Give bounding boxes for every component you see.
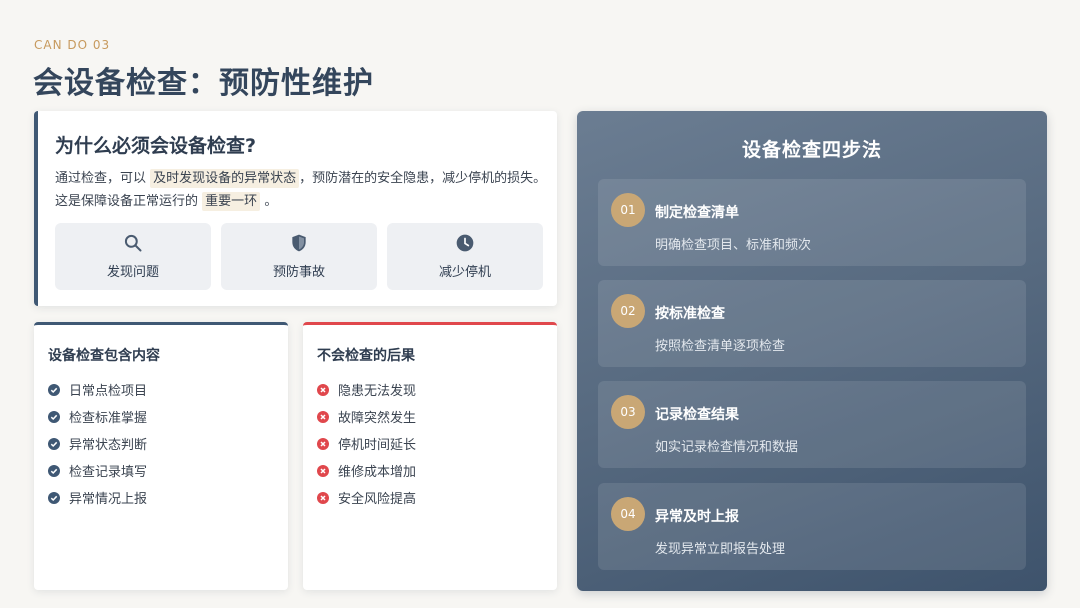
list-item: 异常情况上报 xyxy=(48,484,147,511)
search-icon xyxy=(124,234,142,252)
step-number-badge: 04 xyxy=(611,497,645,531)
list-item-label: 异常状态判断 xyxy=(69,438,148,453)
check-circle-icon xyxy=(48,410,60,423)
contents-card: 设备检查包含内容 日常点检项目 检查标准掌握 异常状态判断 检查记录填写 异常情… xyxy=(34,322,288,590)
consequences-list: 隐患无法发现 故障突然发生 停机时间延长 维修成本增加 安全风险提高 xyxy=(317,376,416,511)
steps-title: 设备检查四步法 xyxy=(741,139,882,161)
list-item-label: 检查记录填写 xyxy=(69,465,148,480)
list-item-label: 维修成本增加 xyxy=(338,465,417,480)
list-item-label: 检查标准掌握 xyxy=(69,411,148,426)
why-title: 为什么必须会设备检查? xyxy=(55,135,257,157)
list-item-label: 停机时间延长 xyxy=(338,438,417,453)
list-item: 隐患无法发现 xyxy=(317,376,416,403)
why-highlight-1: 及时发现设备的异常状态 xyxy=(150,169,300,188)
eyebrow: CAN DO 03 xyxy=(34,38,111,52)
step-card: 03 记录检查结果 如实记录检查情况和数据 xyxy=(598,381,1026,468)
list-item: 异常状态判断 xyxy=(48,430,147,457)
list-item: 停机时间延长 xyxy=(317,430,416,457)
benefit-tiles: 发现问题 预防事故 减少停机 xyxy=(55,223,543,290)
step-title: 记录检查结果 xyxy=(655,407,739,423)
list-item: 检查记录填写 xyxy=(48,457,147,484)
tile-reduce-downtime: 减少停机 xyxy=(387,223,543,290)
contents-list: 日常点检项目 检查标准掌握 异常状态判断 检查记录填写 异常情况上报 xyxy=(48,376,147,511)
list-item-label: 异常情况上报 xyxy=(69,492,148,507)
list-item: 日常点检项目 xyxy=(48,376,147,403)
four-steps-panel: 设备检查四步法 01 制定检查清单 明确检查项目、标准和频次 02 按标准检查 … xyxy=(577,111,1047,591)
step-description: 明确检查项目、标准和频次 xyxy=(655,238,812,253)
list-item: 维修成本增加 xyxy=(317,457,416,484)
why-body-text: 。 xyxy=(264,194,278,209)
step-card: 02 按标准检查 按照检查清单逐项检查 xyxy=(598,280,1026,367)
why-highlight-2: 重要一环 xyxy=(202,192,261,211)
list-item-label: 故障突然发生 xyxy=(338,411,417,426)
x-circle-icon xyxy=(317,491,329,504)
check-circle-icon xyxy=(48,383,60,396)
why-body: 通过检查，可以 及时发现设备的异常状态 ，预防潜在的安全隐患，减少停机的损失。这是… xyxy=(55,167,547,213)
consequences-title: 不会检查的后果 xyxy=(317,348,415,364)
contents-title: 设备检查包含内容 xyxy=(48,348,160,364)
clock-icon xyxy=(456,234,474,252)
tile-label: 预防事故 xyxy=(272,265,325,280)
step-card: 04 异常及时上报 发现异常立即报告处理 xyxy=(598,483,1026,570)
list-item-label: 日常点检项目 xyxy=(69,384,148,399)
step-title: 制定检查清单 xyxy=(655,205,739,221)
check-circle-icon xyxy=(48,491,60,504)
check-circle-icon xyxy=(48,437,60,450)
x-circle-icon xyxy=(317,410,329,423)
check-circle-icon xyxy=(48,464,60,477)
list-item-label: 隐患无法发现 xyxy=(338,384,417,399)
step-number-badge: 01 xyxy=(611,193,645,227)
shield-icon xyxy=(292,234,306,252)
step-number-badge: 02 xyxy=(611,294,645,328)
x-circle-icon xyxy=(317,437,329,450)
step-title: 按标准检查 xyxy=(655,306,725,322)
tile-label: 减少停机 xyxy=(438,265,491,280)
x-circle-icon xyxy=(317,464,329,477)
step-number-badge: 03 xyxy=(611,395,645,429)
why-card: 为什么必须会设备检查? 通过检查，可以 及时发现设备的异常状态 ，预防潜在的安全隐… xyxy=(34,111,557,306)
tile-label: 发现问题 xyxy=(106,265,159,280)
tile-prevent-accidents: 预防事故 xyxy=(221,223,377,290)
step-description: 如实记录检查情况和数据 xyxy=(655,440,799,455)
step-card: 01 制定检查清单 明确检查项目、标准和频次 xyxy=(598,179,1026,266)
list-item-label: 安全风险提高 xyxy=(338,492,417,507)
consequences-card: 不会检查的后果 隐患无法发现 故障突然发生 停机时间延长 维修成本增加 安全风险… xyxy=(303,322,557,590)
list-item: 安全风险提高 xyxy=(317,484,416,511)
step-description: 按照检查清单逐项检查 xyxy=(655,339,786,354)
step-description: 发现异常立即报告处理 xyxy=(655,542,786,557)
list-item: 故障突然发生 xyxy=(317,403,416,430)
tile-find-problems: 发现问题 xyxy=(55,223,211,290)
x-circle-icon xyxy=(317,383,329,396)
page-title: 会设备检查：预防性维护 xyxy=(33,66,374,101)
step-title: 异常及时上报 xyxy=(655,509,739,525)
list-item: 检查标准掌握 xyxy=(48,403,147,430)
why-body-text: 通过检查，可以 xyxy=(55,171,147,186)
